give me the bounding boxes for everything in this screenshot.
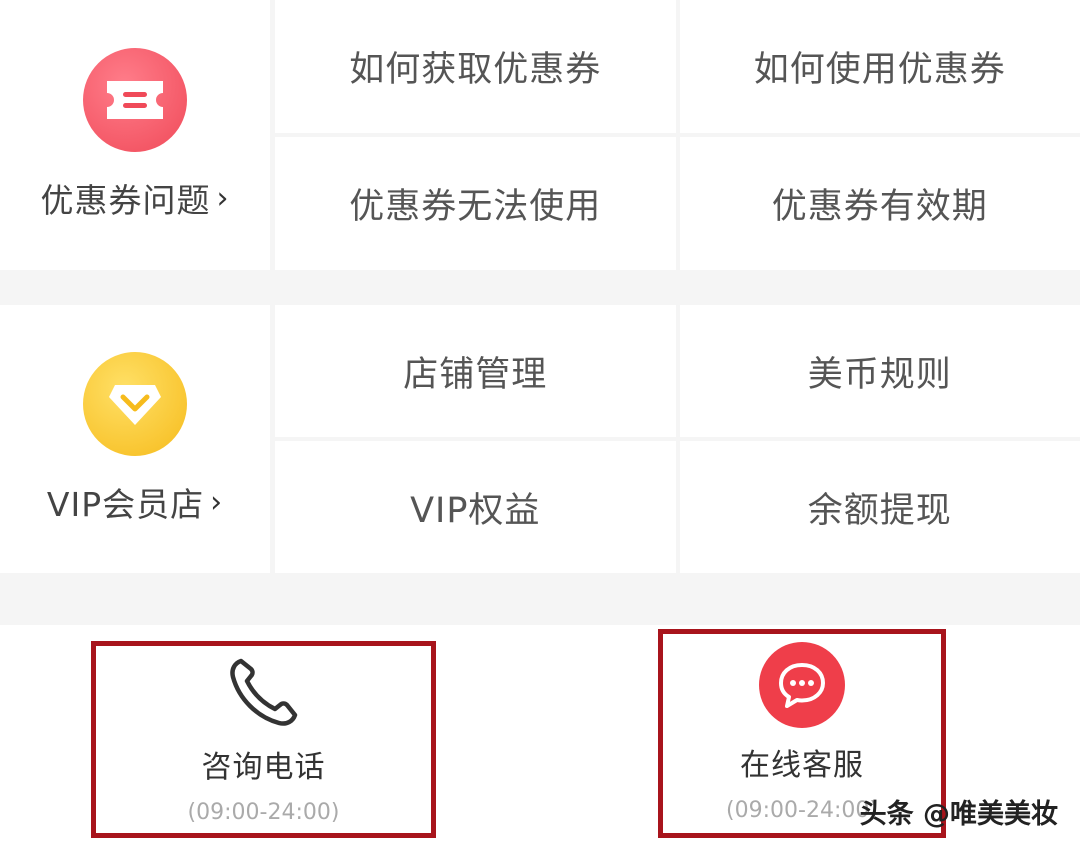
phone-contact-label: 咨询电话 [201,750,326,785]
contact-bar: 咨询电话 (09:00-24:00) 在线客服 (09:00-24:00) 头条… [0,625,1080,853]
coupon-category-label: 优惠券问题 › [41,174,230,222]
topic-store-management[interactable]: 店铺管理 [275,305,676,437]
vip-category-label: VIP会员店 › [47,478,223,526]
online-service-label: 在线客服 [740,748,864,783]
category-text: 优惠券问题 [40,181,211,220]
watermark: 头条 @唯美美妆 [859,799,1058,830]
topic-vip-benefits[interactable]: VIP权益 [275,441,676,573]
topic-coin-rules[interactable]: 美币规则 [679,305,1080,437]
topic-coupon-unusable[interactable]: 优惠券无法使用 [275,137,676,270]
coupon-category[interactable]: 优惠券问题 › [0,0,270,270]
ticket-icon [83,48,187,152]
diamond-icon [83,352,187,456]
chevron-right-icon: › [216,180,230,216]
phone-contact-hours: (09:00-24:00) [187,800,340,825]
coupon-topics-grid: 如何获取优惠券 如何使用优惠券 优惠券无法使用 优惠券有效期 [275,0,1080,270]
topic-coupon-validity[interactable]: 优惠券有效期 [679,137,1080,270]
vip-section: VIP会员店 › 店铺管理 美币规则 VIP权益 余额提现 [0,305,1080,573]
topic-get-coupon[interactable]: 如何获取优惠券 [275,0,676,133]
coupon-section: 优惠券问题 › 如何获取优惠券 如何使用优惠券 优惠券无法使用 优惠券有效期 [0,0,1080,270]
phone-contact-button[interactable]: 咨询电话 (09:00-24:00) [91,641,436,838]
topic-use-coupon[interactable]: 如何使用优惠券 [679,0,1080,133]
vip-topics-grid: 店铺管理 美币规则 VIP权益 余额提现 [275,305,1080,573]
phone-icon [224,652,304,732]
chat-bubble-icon [759,642,845,728]
online-service-hours: (09:00-24:00) [726,798,878,823]
vip-category[interactable]: VIP会员店 › [0,305,270,573]
category-text: VIP会员店 [46,485,205,524]
topic-balance-withdrawal[interactable]: 余额提现 [679,441,1080,573]
chevron-right-icon: › [210,484,224,520]
